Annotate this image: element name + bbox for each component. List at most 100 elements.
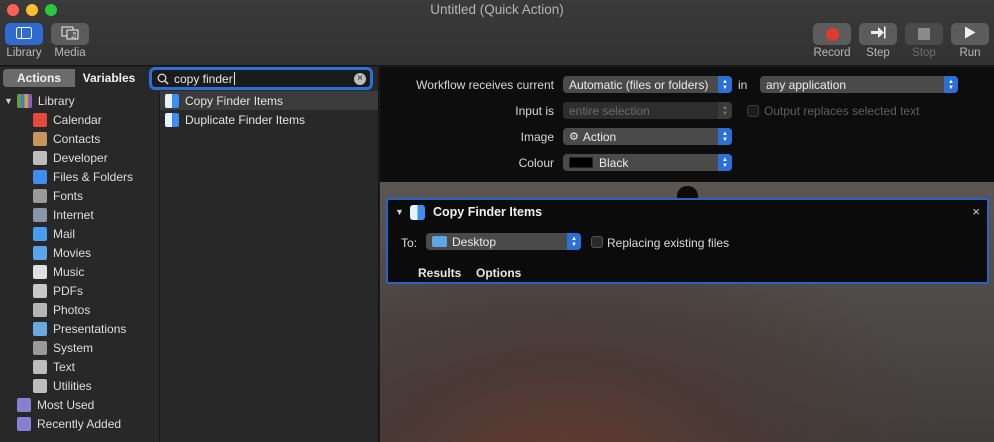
- column-divider: [159, 92, 160, 442]
- tab-variables[interactable]: Variables: [75, 69, 143, 87]
- text-icon: [33, 359, 47, 374]
- finder-icon: [33, 169, 47, 184]
- tab-options[interactable]: Options: [476, 266, 521, 280]
- sidebar-item-files-folders[interactable]: Files & Folders: [33, 167, 133, 186]
- disclosure-down-icon[interactable]: ▼: [4, 96, 13, 106]
- sidebar-item-internet[interactable]: Internet: [33, 205, 94, 224]
- fonts-icon: [33, 188, 47, 203]
- result-item-duplicate-finder-items[interactable]: Duplicate Finder Items: [165, 110, 305, 129]
- stop-label: Stop: [912, 47, 936, 59]
- sidebar-item-music[interactable]: Music: [33, 262, 84, 281]
- tab-actions[interactable]: Actions: [3, 69, 75, 87]
- record-icon: [825, 27, 839, 41]
- to-label: To:: [401, 236, 418, 250]
- sidebar-item-photos[interactable]: Photos: [33, 300, 90, 319]
- stop-icon: [918, 28, 930, 40]
- sidebar-item-developer[interactable]: Developer: [33, 148, 108, 167]
- destination-popup[interactable]: Desktop ▲ ▼: [426, 233, 581, 250]
- sidebar-item-utilities[interactable]: Utilities: [33, 376, 92, 395]
- receives-popup[interactable]: Automatic (files or folders) ▲ ▼: [563, 76, 732, 93]
- contacts-icon: [33, 131, 47, 146]
- finder-icon: [165, 93, 179, 108]
- sidebar-item-label: Files & Folders: [53, 169, 134, 184]
- action-title: Copy Finder Items: [433, 205, 543, 219]
- pdf-icon: [33, 283, 47, 298]
- input-is-value: entire selection: [569, 103, 650, 118]
- colour-value: Black: [599, 155, 629, 170]
- sidebar-item-text[interactable]: Text: [33, 357, 75, 376]
- sidebar-item-label: Mail: [53, 226, 76, 241]
- search-field[interactable]: copy finder ×: [149, 67, 373, 90]
- developer-tools-icon: [33, 150, 47, 165]
- close-action-icon[interactable]: ×: [972, 204, 980, 219]
- sidebar-item-presentations[interactable]: Presentations: [33, 319, 126, 338]
- result-item-copy-finder-items[interactable]: Copy Finder Items: [160, 91, 378, 110]
- stop-button[interactable]: [905, 23, 943, 45]
- colour-swatch: [569, 157, 593, 168]
- sidebar-item-most-used[interactable]: Most Used: [17, 395, 94, 414]
- image-popup[interactable]: ⚙ Action ▲ ▼: [563, 128, 732, 145]
- media-label: Media: [54, 47, 86, 59]
- run-button[interactable]: [951, 23, 989, 45]
- receives-value: Automatic (files or folders): [569, 77, 709, 92]
- media-icon: ♫: [61, 26, 79, 43]
- folder-icon: [432, 236, 447, 247]
- search-icon: [157, 73, 169, 88]
- step-button[interactable]: [859, 23, 897, 45]
- library-folder-icon: [16, 93, 32, 108]
- library-label: Library: [6, 47, 42, 59]
- step-icon: [870, 26, 886, 42]
- disclosure-down-icon[interactable]: ▼: [395, 207, 404, 217]
- result-label: Duplicate Finder Items: [185, 112, 306, 127]
- replacing-existing-checkbox[interactable]: [591, 236, 603, 248]
- destination-value: Desktop: [452, 234, 497, 249]
- most-used-label: Most Used: [37, 397, 95, 412]
- sidebar-item-label: Movies: [53, 245, 92, 260]
- copy-finder-items-action[interactable]: ▼ Copy Finder Items × To: Desktop ▲ ▼ Rep…: [386, 198, 989, 284]
- sidebar-item-contacts[interactable]: Contacts: [33, 129, 100, 148]
- presentations-icon: [33, 321, 47, 336]
- sidebar-item-mail[interactable]: Mail: [33, 224, 75, 243]
- library-toggle-button[interactable]: [5, 23, 43, 45]
- result-label: Copy Finder Items: [185, 93, 284, 108]
- photos-icon: [33, 302, 47, 317]
- sidebar-icon: [16, 26, 32, 42]
- clear-search-icon[interactable]: ×: [354, 73, 366, 85]
- run-label: Run: [959, 47, 981, 59]
- system-icon: [33, 340, 47, 355]
- media-button[interactable]: ♫: [51, 23, 89, 45]
- sidebar-item-pdfs[interactable]: PDFs: [33, 281, 83, 300]
- sidebar-item-fonts[interactable]: Fonts: [33, 186, 83, 205]
- actions-variables-segmented-control: Actions Variables: [3, 69, 143, 87]
- colour-popup[interactable]: Black ▲ ▼: [563, 154, 732, 171]
- sidebar-item-movies[interactable]: Movies: [33, 243, 91, 262]
- library-root-item[interactable]: ▼ Library: [4, 91, 75, 110]
- library-pane: Actions Variables copy finder × ▼ Librar…: [0, 67, 379, 442]
- image-label: Image: [520, 130, 554, 144]
- sidebar-item-label: Music: [53, 264, 85, 279]
- chevron-updown-icon: ▲ ▼: [944, 76, 958, 93]
- library-root-label: Library: [37, 93, 75, 108]
- step-label: Step: [866, 47, 890, 59]
- search-input[interactable]: copy finder: [174, 72, 235, 86]
- svg-text:♫: ♫: [70, 31, 77, 40]
- calendar-icon: [33, 112, 47, 127]
- replacing-existing-label: Replacing existing files: [607, 236, 730, 250]
- sidebar-item-recently-added[interactable]: Recently Added: [17, 414, 121, 433]
- receives-label: Workflow receives current: [416, 78, 554, 92]
- application-popup[interactable]: any application ▲ ▼: [760, 76, 958, 93]
- record-button[interactable]: [813, 23, 851, 45]
- chevron-updown-icon: ▲ ▼: [718, 128, 732, 145]
- movies-icon: [33, 245, 47, 260]
- chevron-updown-icon: ▲ ▼: [718, 76, 732, 93]
- image-value: Action: [582, 129, 617, 144]
- gear-icon: ⚙: [569, 131, 579, 143]
- sidebar-item-calendar[interactable]: Calendar: [33, 110, 102, 129]
- internet-globe-icon: [33, 207, 47, 222]
- sidebar-item-system[interactable]: System: [33, 338, 93, 357]
- colour-label: Colour: [518, 156, 554, 170]
- chevron-updown-icon: ▲ ▼: [718, 102, 732, 119]
- tab-results[interactable]: Results: [418, 266, 461, 280]
- music-icon: [33, 264, 47, 279]
- utilities-icon: [33, 378, 47, 393]
